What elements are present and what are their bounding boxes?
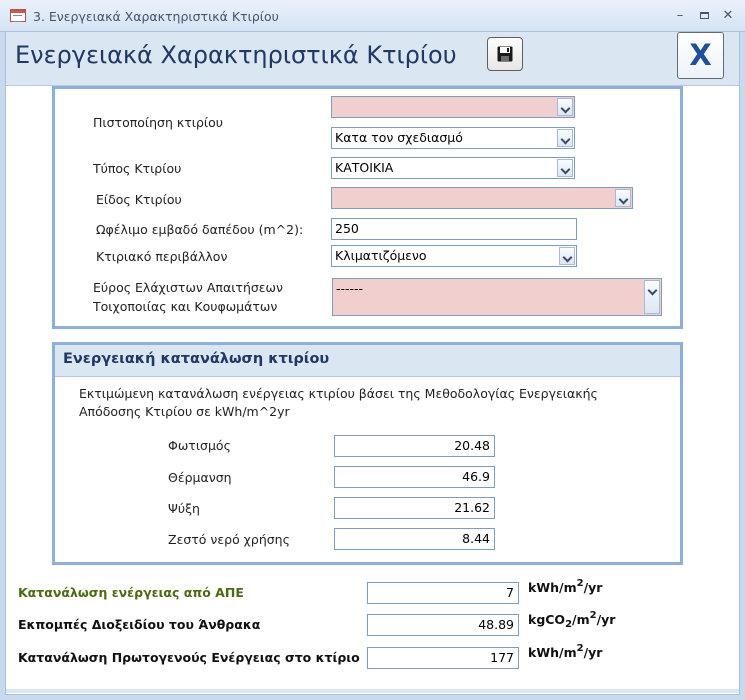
building-details-section: Πιστοποίηση κτιρίου Κατα τον σχεδιασμό Τ… <box>52 86 683 329</box>
floor-area-input[interactable]: 250 <box>331 218 577 240</box>
save-button[interactable] <box>487 37 523 71</box>
primary-energy-unit: kWh/m2/yr <box>528 643 603 660</box>
cooling-value[interactable]: 21.62 <box>334 497 495 519</box>
building-type-label: Τύπος Κτιρίου <box>93 161 182 176</box>
floppy-disk-icon <box>497 46 513 62</box>
chevron-down-icon[interactable] <box>615 189 631 207</box>
res-consumption-label: Κατανάλωση ενέργειας από ΑΠΕ <box>18 585 244 600</box>
environment-label: Κτιριακό περιβάλλον <box>96 249 228 264</box>
hot-water-value[interactable]: 8.44 <box>334 528 495 550</box>
primary-energy-value[interactable]: 177 <box>367 647 519 669</box>
building-type-select[interactable]: ΚΑΤΟΙΚΙΑ <box>331 157 575 179</box>
window-close-button[interactable]: ✕ <box>718 6 738 26</box>
energy-consumption-section: Ενεργειακή κατανάλωση κτιρίου Εκτιμώμενη… <box>52 342 683 565</box>
section-title: Ενεργειακή κατανάλωση κτιρίου <box>63 351 330 367</box>
certification-stage-select[interactable]: Κατα τον σχεδιασμό <box>331 127 575 149</box>
form-window-icon <box>10 9 26 22</box>
chevron-down-icon[interactable] <box>559 247 575 265</box>
co2-unit: kgCO2/m2/yr <box>528 610 616 630</box>
building-kind-select[interactable] <box>331 187 633 209</box>
lighting-label: Φωτισμός <box>168 438 231 453</box>
chevron-down-icon[interactable] <box>557 129 573 147</box>
maximize-button[interactable] <box>694 6 714 26</box>
heating-label: Θέρμανση <box>168 470 232 485</box>
environment-select[interactable]: Κλιματιζόμενο <box>331 245 577 267</box>
form-body: Ενεργειακά Χαρακτηριστικά Κτιρίου X Πιστ… <box>5 32 740 695</box>
window-title-bar: 3. Ενεργειακά Χαρακτηριστικά Κτιρίου – ✕ <box>0 0 745 32</box>
lighting-value[interactable]: 20.48 <box>334 435 495 457</box>
certification-select[interactable] <box>331 96 575 118</box>
floor-area-label: Ωφέλιμο εμβαδό δαπέδου (m^2): <box>96 222 304 237</box>
co2-emissions-value[interactable]: 48.89 <box>367 614 519 636</box>
primary-energy-label: Κατανάλωση Πρωτογενούς Ενέργειας στο κτί… <box>18 650 360 665</box>
page-title: Ενεργειακά Χαρακτηριστικά Κτιρίου <box>15 41 457 69</box>
section-header: Ενεργειακή κατανάλωση κτιρίου <box>55 345 680 377</box>
res-consumption-value[interactable]: 7 <box>367 582 519 604</box>
chevron-down-icon[interactable] <box>644 280 660 314</box>
building-kind-label: Είδος Κτιρίου <box>96 192 182 207</box>
heating-value[interactable]: 46.9 <box>334 466 495 488</box>
close-form-button[interactable]: X <box>677 32 724 79</box>
hot-water-label: Ζεστό νερό χρήσης <box>168 532 290 547</box>
section-description: Εκτιμώμενη κατανάλωση ενέργειας κτιρίου … <box>79 386 598 419</box>
minimize-button[interactable]: – <box>670 6 690 26</box>
requirements-range-select[interactable]: ------ <box>332 278 662 316</box>
co2-emissions-label: Εκπομπές Διοξειδίου του Άνθρακα <box>18 617 261 632</box>
window-title: 3. Ενεργειακά Χαρακτηριστικά Κτιρίου <box>33 9 279 24</box>
chevron-down-icon[interactable] <box>557 159 573 177</box>
res-unit: kWh/m2/yr <box>528 578 603 595</box>
requirements-range-label-line1: Εύρος Ελάχιστων Απαιτήσεων <box>93 280 284 295</box>
close-x-icon: X <box>689 38 712 72</box>
form-footer <box>6 689 739 693</box>
form-header: Ενεργειακά Χαρακτηριστικά Κτιρίου X <box>6 32 739 86</box>
cooling-label: Ψύξη <box>168 501 200 516</box>
chevron-down-icon[interactable] <box>557 98 573 116</box>
requirements-range-label-line2: Τοιχοποιίας και Κουφωμάτων <box>93 299 278 314</box>
certification-label: Πιστοποίηση κτιρίου <box>93 115 224 130</box>
